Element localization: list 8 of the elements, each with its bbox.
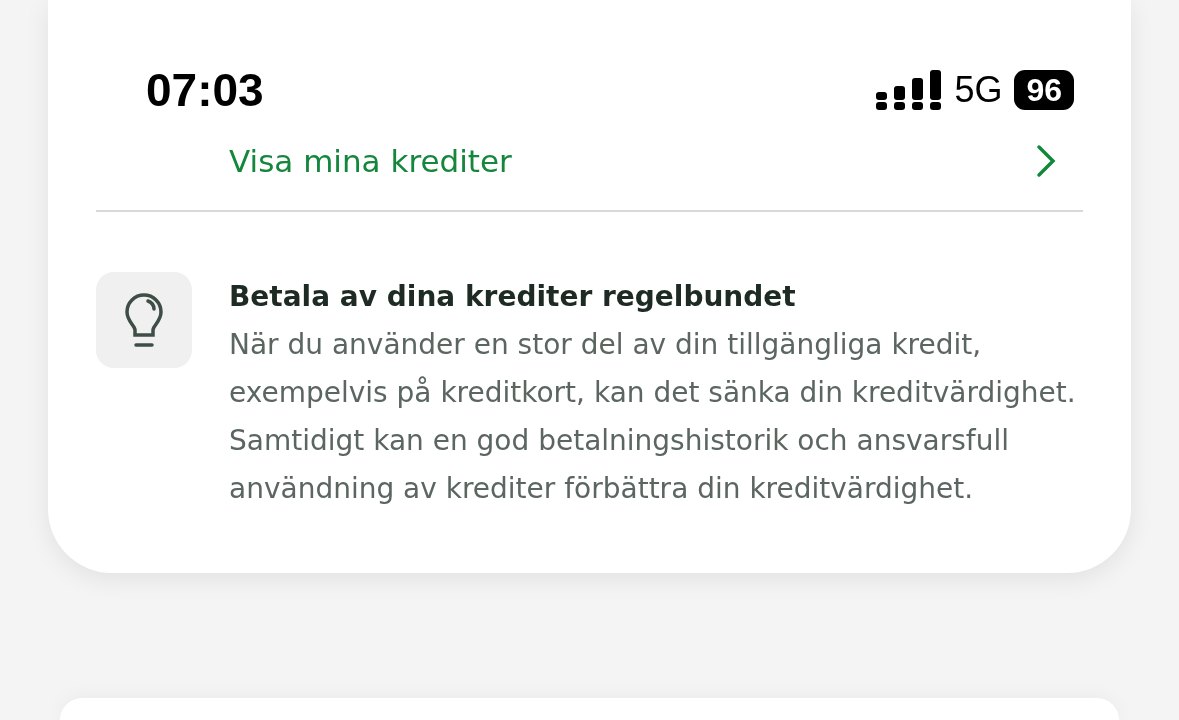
signal-icon [876, 70, 943, 110]
tip-description: När du använder en stor del av din tillgängliga kredit, exempelvis på kreditkort, kan det sänka din kreditvärdighet. Samtidigt kan en god betalningshistorik och ansvarsfull användning av krediter förbättra din kreditvärdighet. [229, 327, 1077, 507]
chevron-right-icon [1035, 144, 1057, 178]
view-credits-link[interactable]: Visa mina krediter [96, 126, 512, 196]
status-time: 07:03 [146, 63, 264, 117]
network-type: 5G [954, 69, 1003, 111]
battery-level: 96 [1014, 70, 1074, 110]
tip-title: Betala av dina krediter regelbundet [229, 280, 797, 313]
